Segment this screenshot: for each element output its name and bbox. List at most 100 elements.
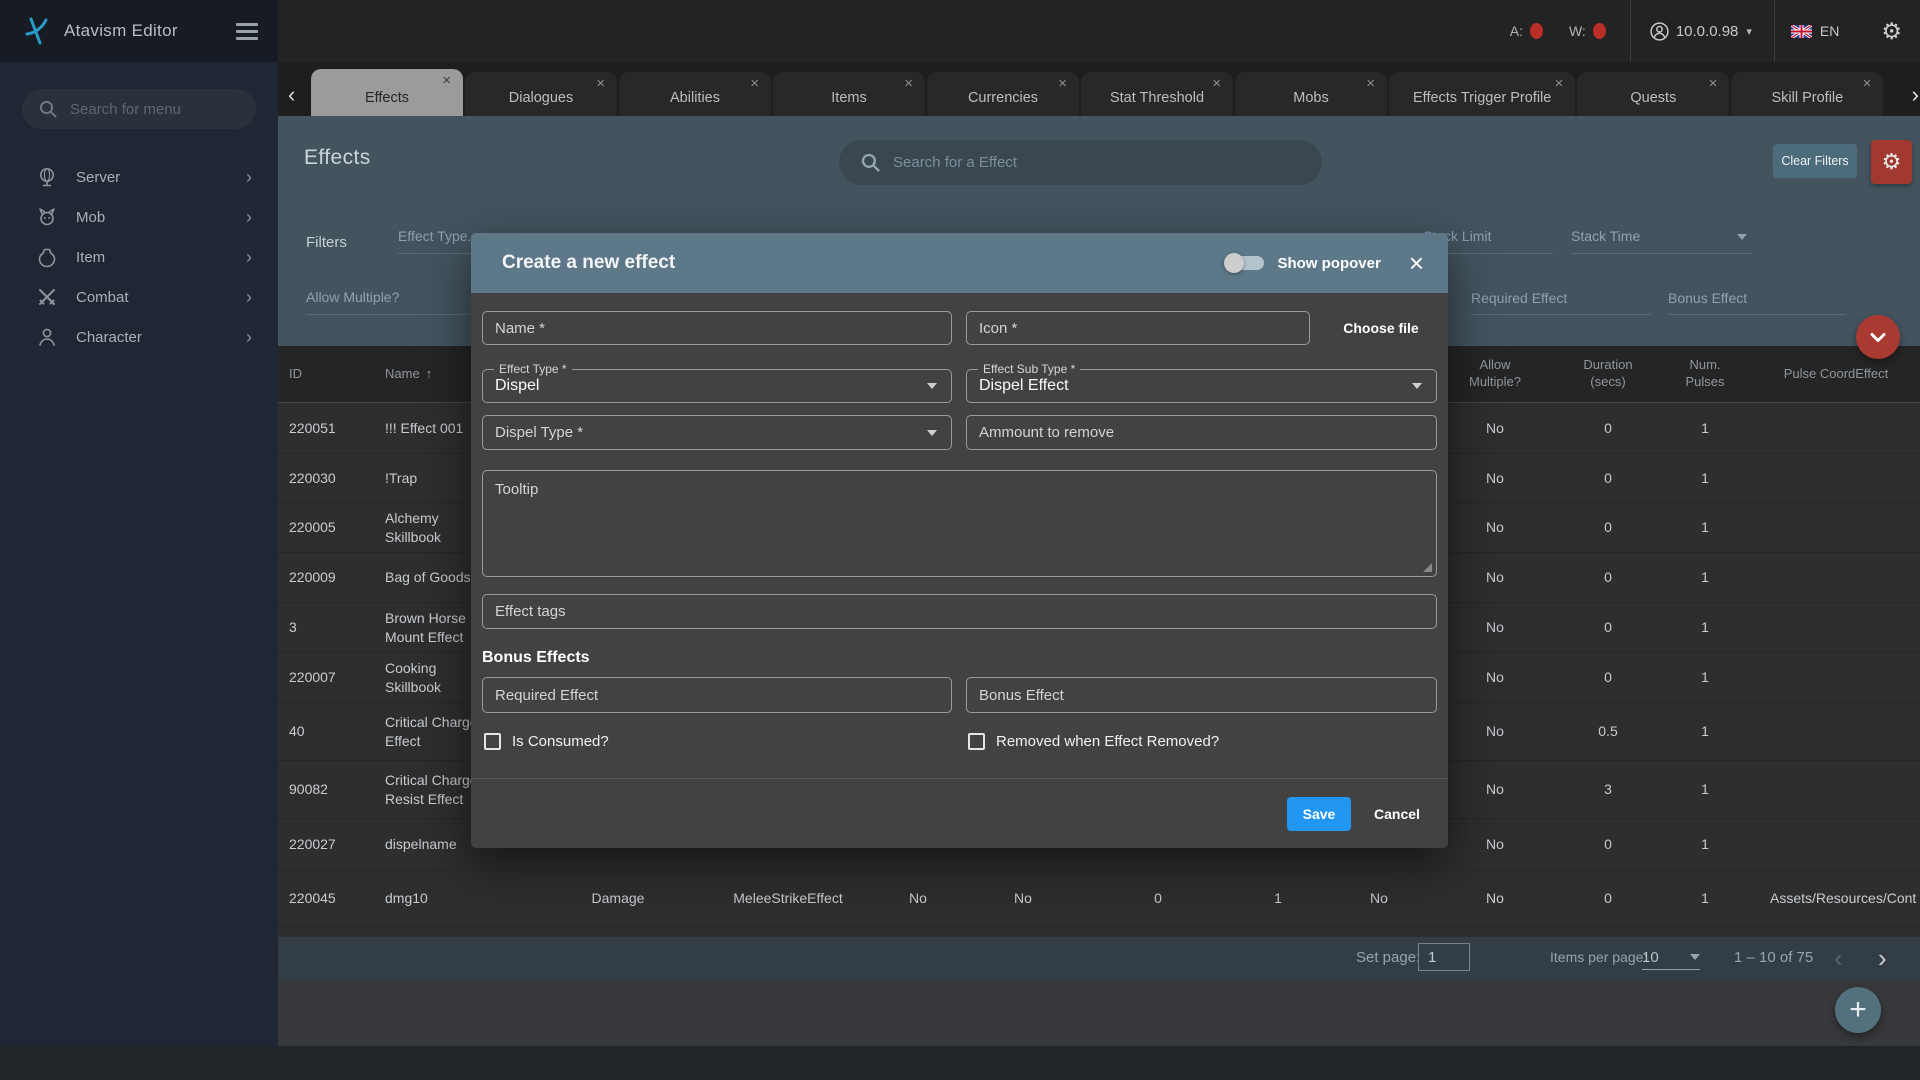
filter-allow-multiple[interactable]: Allow Multiple? <box>306 289 399 305</box>
icon-field[interactable] <box>966 311 1310 345</box>
resize-handle-icon[interactable] <box>1423 563 1432 572</box>
table-settings-button[interactable]: ⚙ <box>1871 140 1912 184</box>
character-icon <box>36 326 58 348</box>
column-header[interactable]: ID <box>278 366 383 383</box>
scroll-down-button[interactable] <box>1856 315 1900 359</box>
table-row[interactable]: 220045dmg10DamageMeleeStrikeEffectNoNo01… <box>278 871 1920 927</box>
server-ip[interactable]: 10.0.0.98 <box>1676 23 1739 40</box>
table-cell: 1 <box>1656 668 1754 686</box>
page-title: Effects <box>304 146 371 170</box>
sidebar-search[interactable] <box>22 89 256 129</box>
filters-label: Filters <box>306 234 347 251</box>
tooltip-textarea[interactable] <box>482 470 1437 577</box>
language-label[interactable]: EN <box>1820 23 1839 39</box>
table-cell: 1 <box>1656 889 1754 907</box>
tab-items[interactable]: Items× <box>773 72 925 116</box>
column-header[interactable]: Allow Multiple? <box>1430 357 1560 391</box>
settings-gear-icon[interactable]: ⚙ <box>1881 20 1902 43</box>
table-cell: 220027 <box>278 835 383 853</box>
add-effect-button[interactable]: + <box>1835 987 1881 1033</box>
set-page-input[interactable] <box>1418 943 1470 971</box>
column-header[interactable]: Duration (secs) <box>1560 357 1656 391</box>
cancel-button[interactable]: Cancel <box>1355 797 1439 831</box>
tab-close-icon[interactable]: × <box>1709 76 1718 91</box>
effect-search[interactable]: Search for a Effect <box>839 140 1322 185</box>
tab-dialogues[interactable]: Dialogues × <box>465 72 617 116</box>
removed-when-effect-removed-checkbox[interactable]: Removed when Effect Removed? <box>968 733 1219 750</box>
table-cell: 1 <box>1228 889 1328 907</box>
tab-close-icon[interactable]: × <box>1212 76 1221 91</box>
server-dropdown-icon[interactable]: ▾ <box>1746 25 1752 38</box>
effect-sub-type-label: Effect Sub Type * <box>978 362 1080 376</box>
sidebar-item-combat[interactable]: Combat› <box>0 277 278 317</box>
effect-tags-field[interactable] <box>482 594 1437 629</box>
name-field[interactable] <box>482 311 952 345</box>
tab-mobs[interactable]: Mobs× <box>1235 72 1387 116</box>
tab-effects-trigger-profile[interactable]: Effects Trigger Profile× <box>1389 72 1575 116</box>
save-button[interactable]: Save <box>1287 797 1351 831</box>
table-cell: 220009 <box>278 568 383 586</box>
clear-filters-button[interactable]: Clear Filters <box>1773 144 1857 178</box>
sort-asc-icon[interactable]: ↑ <box>426 366 433 383</box>
sidebar-search-input[interactable] <box>68 100 232 119</box>
cell-text: 0.5 <box>1598 722 1617 740</box>
tabs-scroll-right-icon[interactable]: › <box>1912 84 1919 106</box>
show-popover-toggle[interactable] <box>1224 253 1264 273</box>
tab-close-icon[interactable]: × <box>1863 76 1872 91</box>
divider <box>1571 253 1752 254</box>
tab-effects[interactable]: Effects× <box>311 69 463 116</box>
tab-abilities[interactable]: Abilities× <box>619 72 771 116</box>
table-cell: 0 <box>1560 419 1656 437</box>
modal-close-icon[interactable]: × <box>1409 250 1424 276</box>
sidebar-item-character[interactable]: Character› <box>0 317 278 357</box>
tabs-scroll-left-icon[interactable]: ‹ <box>288 84 295 106</box>
amount-to-remove-field[interactable] <box>966 415 1437 450</box>
cell-text: 220005 <box>289 518 336 536</box>
status-w-label: W: <box>1569 23 1586 39</box>
tab-label: Dialogues <box>509 90 574 106</box>
cell-text: 1 <box>1701 518 1709 536</box>
plus-icon: + <box>1849 993 1867 1027</box>
tab-stat-threshold[interactable]: Stat Threshold× <box>1081 72 1233 116</box>
tab-close-icon[interactable]: × <box>442 73 451 88</box>
tab-skill-profile[interactable]: Skill Profile× <box>1731 72 1883 116</box>
sidebar-item-mob[interactable]: Mob› <box>0 197 278 237</box>
is-consumed-checkbox[interactable]: Is Consumed? <box>484 733 609 750</box>
effect-sub-type-value: Dispel Effect <box>979 377 1069 395</box>
tab-close-icon[interactable]: × <box>1058 76 1067 91</box>
sidebar-item-item[interactable]: Item› <box>0 237 278 277</box>
checkbox-icon <box>968 733 985 750</box>
cell-text: 220009 <box>289 568 336 586</box>
hamburger-menu-icon[interactable] <box>236 23 258 40</box>
table-cell: 90082 <box>278 780 383 798</box>
column-header[interactable]: Num. Pulses <box>1656 357 1754 391</box>
tab-close-icon[interactable]: × <box>1555 76 1564 91</box>
tab-close-icon[interactable]: × <box>750 76 759 91</box>
prev-page-icon[interactable]: ‹ <box>1834 939 1843 977</box>
tab-close-icon[interactable]: × <box>596 76 605 91</box>
sidebar-item-label: Item <box>76 249 105 266</box>
required-effect-field[interactable] <box>482 677 952 713</box>
choose-file-button[interactable]: Choose file <box>1329 313 1433 343</box>
items-per-page-select[interactable]: 10 <box>1642 945 1700 970</box>
chevron-right-icon: › <box>246 288 252 306</box>
bonus-effect-field[interactable] <box>966 677 1437 713</box>
table-cell: 1 <box>1656 780 1754 798</box>
filter-stack-time[interactable]: Stack Time <box>1571 228 1640 244</box>
dispel-type-select[interactable]: Dispel Type * <box>482 415 952 450</box>
removed-when-label: Removed when Effect Removed? <box>996 733 1219 750</box>
filter-required-effect[interactable]: Required Effect <box>1471 290 1567 306</box>
cell-text: 0 <box>1604 419 1612 437</box>
column-header[interactable]: Pulse CoordEffect <box>1754 366 1918 383</box>
sidebar-item-server[interactable]: Server› <box>0 157 278 197</box>
table-cell: No <box>1430 889 1560 907</box>
tab-currencies[interactable]: Currencies× <box>927 72 1079 116</box>
filter-bonus-effect[interactable]: Bonus Effect <box>1668 290 1747 306</box>
cell-text: 1 <box>1701 889 1709 907</box>
tab-quests[interactable]: Quests× <box>1577 72 1729 116</box>
dropdown-arrow-icon <box>1737 234 1747 240</box>
filter-effect-type[interactable]: Effect Type... <box>398 228 479 244</box>
tab-close-icon[interactable]: × <box>1366 76 1375 91</box>
next-page-icon[interactable]: › <box>1878 939 1887 977</box>
tab-close-icon[interactable]: × <box>904 76 913 91</box>
